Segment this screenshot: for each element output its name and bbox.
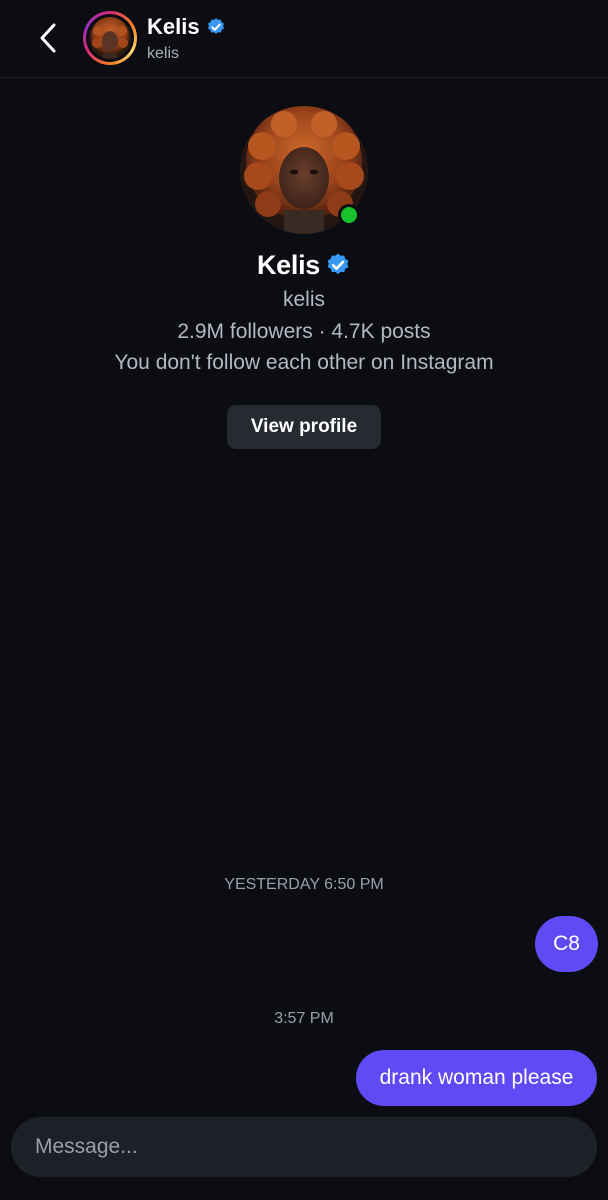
profile-stats: 2.9M followers · 4.7K posts [177,320,431,343]
profile-username: kelis [282,288,325,311]
profile-name-row: Kelis [0,248,608,282]
message-input[interactable] [35,1117,575,1177]
message-timestamp: 3:57 PM [274,1010,334,1027]
header-username: kelis [147,45,180,62]
verified-badge-icon [327,253,349,274]
header-avatar[interactable] [83,11,137,65]
profile-relationship: You don't follow each other on Instagram [114,351,494,374]
back-button[interactable] [32,18,64,58]
online-status-dot [338,204,360,226]
view-profile-button[interactable]: View profile [227,405,381,449]
chat-header: Kelis kelis [0,0,608,78]
message-timestamp: YESTERDAY 6:50 PM [224,876,384,893]
header-name: Kelis [147,14,200,39]
message-bubble-outgoing[interactable]: C8 [535,916,598,972]
profile-name: Kelis [256,250,321,280]
header-name-row[interactable]: Kelis [147,14,226,40]
message-composer[interactable] [11,1117,597,1177]
verified-badge-icon [207,18,224,34]
chevron-left-icon [40,23,56,53]
header-avatar-photo [89,17,131,59]
message-bubble-outgoing[interactable]: drank woman please [356,1050,597,1106]
